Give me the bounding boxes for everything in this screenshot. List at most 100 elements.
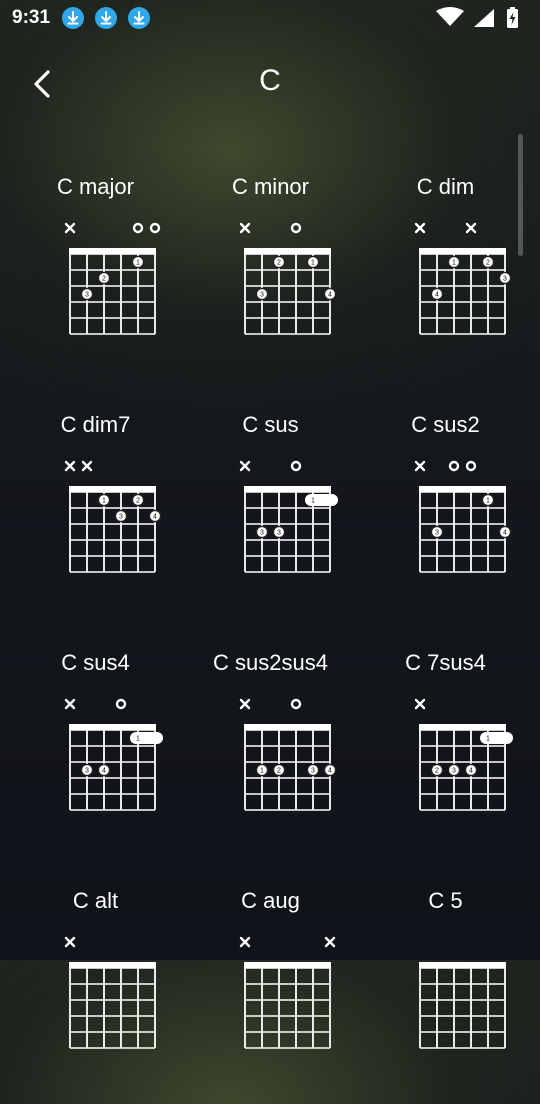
- finger-number: 4: [102, 768, 106, 775]
- finger-dot: 4: [323, 763, 337, 777]
- finger-dot: 3: [255, 287, 269, 301]
- finger-number: 2: [102, 276, 106, 283]
- finger-number: 1: [486, 736, 490, 743]
- finger-dot: 1: [130, 732, 163, 744]
- finger-number: 1: [486, 498, 490, 505]
- finger-dot: 2: [430, 763, 444, 777]
- finger-dot: 3: [498, 271, 512, 285]
- open-string-icon: [149, 222, 161, 234]
- chord-card[interactable]: C sus2 1 3 4: [358, 390, 533, 628]
- muted-string-icon: [239, 460, 251, 472]
- finger-dot: 2: [131, 493, 145, 507]
- finger-dot: 3: [430, 525, 444, 539]
- finger-number: 3: [311, 768, 315, 775]
- muted-string-icon: [64, 936, 76, 948]
- finger-dot: 2: [97, 271, 111, 285]
- chord-card[interactable]: C 5: [358, 866, 533, 1104]
- chord-card[interactable]: C dim7 1 2 3 4: [8, 390, 183, 628]
- nut: [69, 962, 156, 968]
- finger-dot: 3: [80, 287, 94, 301]
- chord-diagram: 1 3 4: [414, 460, 512, 573]
- chord-diagram: [419, 962, 506, 1049]
- chord-diagram: 1 2 3 4: [414, 222, 512, 335]
- chord-card[interactable]: C minor 2 1 3 4: [183, 152, 358, 390]
- chord-card[interactable]: C major 1 2 3: [8, 152, 183, 390]
- nut: [69, 724, 156, 730]
- finger-number: 1: [260, 768, 264, 775]
- muted-string-icon: [414, 698, 426, 710]
- finger-dot: 4: [97, 763, 111, 777]
- muted-string-icon: [414, 460, 426, 472]
- nut: [69, 248, 156, 254]
- nut: [419, 724, 506, 730]
- chord-diagram: 1 3 3: [239, 460, 338, 573]
- chord-card[interactable]: C alt: [8, 866, 183, 1104]
- finger-number: 3: [85, 292, 89, 299]
- finger-number: 4: [503, 530, 507, 537]
- chord-diagram: 1 3 4: [64, 698, 163, 811]
- finger-number: 3: [452, 768, 456, 775]
- nut: [244, 962, 331, 968]
- muted-string-icon: [239, 936, 251, 948]
- finger-number: 4: [328, 768, 332, 775]
- finger-number: 4: [469, 768, 473, 775]
- open-string-icon: [115, 698, 127, 710]
- finger-dot: 4: [430, 287, 444, 301]
- chord-grid: C major 1 2 3 C minor 2 1 3 4 C dim 1 2 3 4 C dim7 1 2 3 4…: [0, 0, 540, 1049]
- finger-dot: 4: [464, 763, 478, 777]
- nut: [69, 486, 156, 492]
- finger-dot: 1: [305, 494, 338, 506]
- muted-string-icon: [64, 698, 76, 710]
- nut: [419, 248, 506, 254]
- nut: [419, 486, 506, 492]
- finger-dot: 1: [255, 763, 269, 777]
- open-string-icon: [465, 460, 477, 472]
- finger-dot: 3: [306, 763, 320, 777]
- finger-dot: 1: [306, 255, 320, 269]
- finger-dot: 1: [131, 255, 145, 269]
- finger-dot: 3: [272, 525, 286, 539]
- finger-number: 2: [486, 260, 490, 267]
- finger-number: 3: [503, 276, 507, 283]
- muted-string-icon: [324, 936, 336, 948]
- nut: [244, 486, 331, 492]
- open-string-icon: [290, 222, 302, 234]
- finger-dot: 3: [114, 509, 128, 523]
- chord-card[interactable]: C aug: [183, 866, 358, 1104]
- finger-dot: 3: [447, 763, 461, 777]
- muted-string-icon: [81, 460, 93, 472]
- open-string-icon: [290, 460, 302, 472]
- chord-card[interactable]: C sus4 1 3 4: [8, 628, 183, 866]
- finger-number: 1: [102, 498, 106, 505]
- finger-number: 1: [136, 260, 140, 267]
- chord-diagram: 1 2 3: [64, 222, 161, 335]
- finger-dot: 3: [255, 525, 269, 539]
- finger-number: 3: [277, 530, 281, 537]
- chord-card[interactable]: C 7sus4 1 2 3 4: [358, 628, 533, 866]
- nut: [419, 962, 506, 968]
- finger-number: 4: [435, 292, 439, 299]
- chord-card[interactable]: C sus2sus4 1 2 3 4: [183, 628, 358, 866]
- finger-number: 3: [260, 292, 264, 299]
- chord-card[interactable]: C dim 1 2 3 4: [358, 152, 533, 390]
- chord-diagram: 1 2 3 4: [239, 698, 337, 811]
- finger-dot: 4: [323, 287, 337, 301]
- open-string-icon: [448, 460, 460, 472]
- chord-card[interactable]: C sus 1 3 3: [183, 390, 358, 628]
- nut: [244, 248, 331, 254]
- finger-dot: 4: [148, 509, 162, 523]
- finger-number: 3: [85, 768, 89, 775]
- finger-number: 1: [311, 498, 315, 505]
- finger-number: 3: [119, 514, 123, 521]
- muted-string-icon: [64, 222, 76, 234]
- finger-number: 1: [311, 260, 315, 267]
- finger-number: 4: [153, 514, 157, 521]
- finger-dot: 1: [481, 493, 495, 507]
- finger-number: 2: [277, 768, 281, 775]
- finger-dot: 2: [272, 763, 286, 777]
- finger-dot: 3: [80, 763, 94, 777]
- finger-number: 4: [328, 292, 332, 299]
- finger-number: 1: [136, 736, 140, 743]
- finger-dot: 1: [97, 493, 111, 507]
- muted-string-icon: [64, 460, 76, 472]
